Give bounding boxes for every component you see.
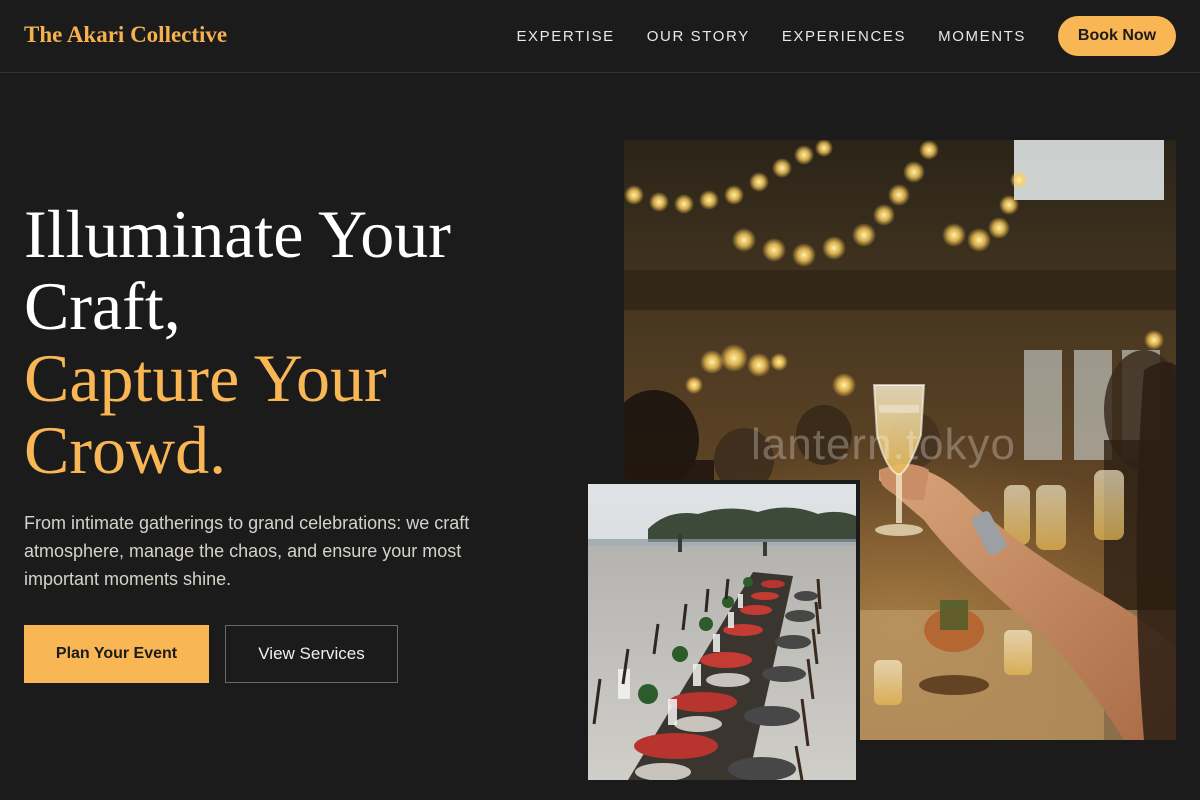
nav-link-moments[interactable]: MOMENTS: [938, 28, 1026, 45]
nav-link-expertise[interactable]: EXPERTISE: [516, 28, 614, 45]
headline-line-3: Capture Your: [24, 340, 387, 416]
beach-dinner-table-photo: [585, 480, 860, 780]
headline-line-2: Craft,: [24, 268, 181, 344]
main-nav: EXPERTISE OUR STORY EXPERIENCES MOMENTS …: [516, 16, 1176, 56]
site-header: The Akari Collective EXPERTISE OUR STORY…: [0, 0, 1200, 73]
headline-line-1: Illuminate Your: [24, 196, 451, 272]
nav-link-experiences[interactable]: EXPERIENCES: [782, 28, 906, 45]
book-now-button[interactable]: Book Now: [1058, 16, 1176, 56]
view-services-button[interactable]: View Services: [225, 625, 398, 683]
hero-headline: Illuminate Your Craft, Capture Your Crow…: [24, 198, 584, 486]
plan-event-button[interactable]: Plan Your Event: [24, 625, 209, 683]
beach-table-graphic: [588, 484, 856, 780]
photo-watermark: lantern.tokyo: [751, 420, 1016, 469]
nav-link-our-story[interactable]: OUR STORY: [647, 28, 750, 45]
brand-logo[interactable]: The Akari Collective: [24, 22, 227, 48]
hero-subtext: From intimate gatherings to grand celebr…: [24, 513, 470, 589]
headline-line-4: Crowd.: [24, 412, 227, 488]
